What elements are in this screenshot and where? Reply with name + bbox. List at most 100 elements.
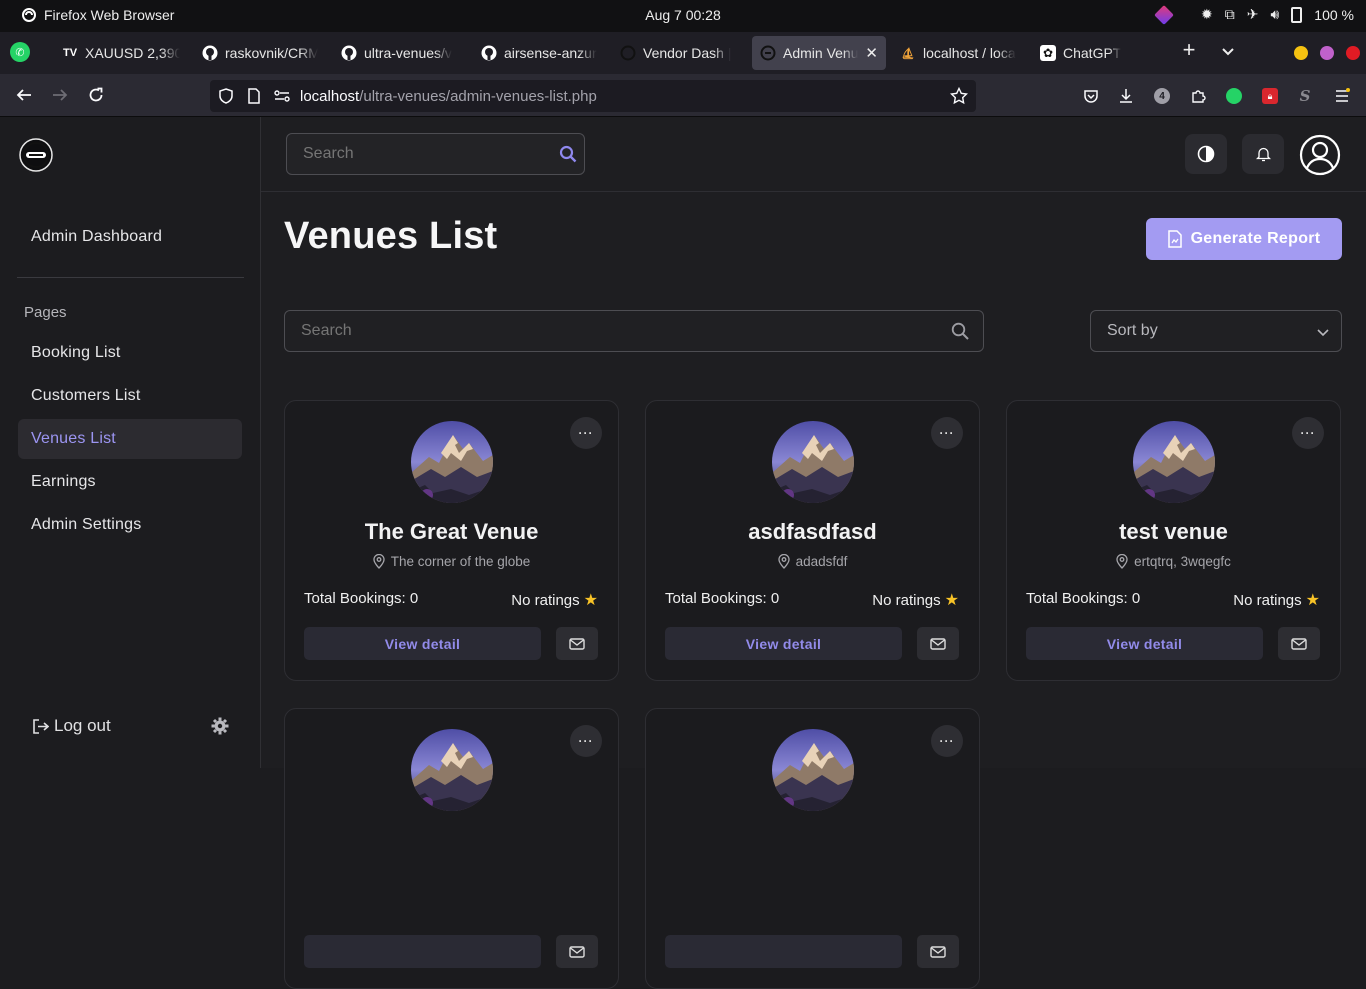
message-venue-button[interactable] <box>1278 627 1320 660</box>
message-venue-button[interactable] <box>556 627 598 660</box>
venue-card: ··· The Great Venue The corner of the gl… <box>284 400 619 681</box>
theme-toggle-button[interactable] <box>1185 134 1227 174</box>
list-tabs-chevron-icon[interactable] <box>1218 42 1238 62</box>
sidebar-item-admin-settings[interactable]: Admin Settings <box>18 505 242 545</box>
sidebar-item-customers-list[interactable]: Customers List <box>18 376 242 416</box>
venue-total-bookings: Total Bookings: 0 <box>1026 590 1141 607</box>
header-search-box[interactable] <box>286 133 585 175</box>
sidebar-item-earnings[interactable]: Earnings <box>18 462 242 502</box>
sort-by-select[interactable]: Sort by <box>1090 310 1342 352</box>
url-bar[interactable]: localhost/ultra-venues/admin-venues-list… <box>210 80 976 112</box>
permissions-icon[interactable] <box>274 89 290 103</box>
extensions-puzzle-icon[interactable] <box>1187 85 1209 107</box>
sidebar-section-label: Pages <box>24 304 67 321</box>
forward-arrow-icon <box>53 89 68 101</box>
location-pin-icon <box>1116 554 1128 569</box>
tab-phpmyadmin[interactable]: ⛵︎ localhost / loca <box>892 36 1026 70</box>
os-top-bar: Firefox Web Browser Aug 7 00:28 ✹ ⧉ ✈ 🔊︎… <box>0 0 1366 32</box>
tracking-protection-shield-icon[interactable] <box>218 88 234 104</box>
sidebar-item-venues-list[interactable]: Venues List <box>18 419 242 459</box>
main-content: Venues List Generate Report Sort by ··· … <box>261 117 1366 989</box>
view-detail-button[interactable]: View detail <box>1026 627 1263 660</box>
sidebar-item-booking-list[interactable]: Booking List <box>18 333 242 373</box>
tab-ultra-venues[interactable]: ultra-venues/v <box>333 36 465 70</box>
view-detail-button[interactable]: View detail <box>665 627 902 660</box>
message-venue-button[interactable] <box>917 627 959 660</box>
mail-icon <box>930 637 946 650</box>
venue-ratings: No ratings ★ <box>1233 590 1320 610</box>
card-options-button[interactable]: ··· <box>570 725 602 757</box>
view-detail-button[interactable] <box>304 935 541 968</box>
github-icon <box>481 45 497 61</box>
back-arrow-icon <box>16 89 31 101</box>
tab-vendor-dash[interactable]: Vendor Dash | <box>612 36 746 70</box>
logout-icon <box>33 718 49 734</box>
venues-search-input[interactable] <box>285 311 935 351</box>
card-options-button[interactable]: ··· <box>1292 417 1324 449</box>
venue-ratings: No ratings ★ <box>872 590 959 610</box>
card-options-button[interactable]: ··· <box>931 725 963 757</box>
generate-report-button[interactable]: Generate Report <box>1146 218 1342 260</box>
back-button[interactable] <box>13 84 35 106</box>
settings-gear-icon[interactable] <box>211 717 229 735</box>
star-icon: ★ <box>944 592 959 609</box>
header-divider <box>261 191 1366 192</box>
password-lock-icon[interactable]: 🔒︎ <box>1259 85 1281 107</box>
user-avatar[interactable] <box>1299 134 1341 176</box>
venue-ratings-text: No ratings <box>872 591 941 609</box>
logo[interactable] <box>18 137 54 173</box>
mail-icon <box>1291 637 1307 650</box>
system-tray[interactable]: ✹ ⧉ ✈ 🔊︎ 100 % <box>1154 4 1354 25</box>
tab-xauusd[interactable]: TV XAUUSD 2,390 <box>54 36 188 70</box>
view-detail-button[interactable]: View detail <box>304 627 541 660</box>
extension-badge-icon[interactable]: 4 <box>1151 85 1173 107</box>
maximize-button[interactable] <box>1320 46 1334 60</box>
bell-icon <box>1255 147 1271 162</box>
venue-ratings-text: No ratings <box>1233 591 1302 609</box>
card-options-button[interactable]: ··· <box>931 417 963 449</box>
venue-location-text: The corner of the globe <box>390 554 531 569</box>
sort-by-label: Sort by <box>1107 322 1158 339</box>
notifications-button[interactable] <box>1242 134 1284 174</box>
search-icon[interactable] <box>951 322 969 340</box>
tab-bar: ✆ TV XAUUSD 2,390 raskovnik/CRM ultra-ve… <box>0 32 1366 74</box>
close-tab-icon[interactable]: ✕ <box>865 44 878 62</box>
new-tab-button[interactable]: + <box>1178 39 1200 62</box>
minimize-button[interactable] <box>1294 46 1308 60</box>
report-document-icon <box>1167 230 1182 248</box>
app-menu-icon[interactable] <box>1331 85 1353 107</box>
tab-raskovnik-crm[interactable]: raskovnik/CRM <box>194 36 326 70</box>
message-venue-button[interactable] <box>917 935 959 968</box>
forward-button[interactable] <box>49 84 71 106</box>
venue-location: adadsfdf <box>646 554 979 569</box>
card-options-button[interactable]: ··· <box>570 417 602 449</box>
venue-card: ··· ★ <box>645 708 980 989</box>
venue-location: ertqtrq, 3wqegfc <box>1007 554 1340 569</box>
search-icon[interactable] <box>559 145 577 163</box>
whatsapp-extension-icon[interactable] <box>1223 85 1245 107</box>
chatgpt-icon: ✿ <box>1040 45 1056 61</box>
header-search-input[interactable] <box>287 134 547 174</box>
close-window-button[interactable] <box>1346 46 1360 60</box>
page-info-icon[interactable] <box>247 88 261 104</box>
view-detail-button[interactable] <box>665 935 902 968</box>
venue-image <box>1133 421 1215 503</box>
tab-airsense[interactable]: airsense-anzur <box>473 36 605 70</box>
logout-button[interactable]: Log out <box>32 716 111 736</box>
whatsapp-pinned-tab[interactable]: ✆ <box>10 42 30 62</box>
network-icon: ⧉ <box>1224 6 1235 22</box>
downloads-icon[interactable] <box>1115 85 1137 107</box>
tab-admin-venues[interactable]: Admin Venu ✕ <box>752 36 886 70</box>
venues-search-box[interactable] <box>284 310 984 352</box>
bookmark-star-icon[interactable] <box>950 87 968 105</box>
message-venue-button[interactable] <box>556 935 598 968</box>
volume-icon: 🔊︎ <box>1270 6 1280 22</box>
pocket-icon[interactable] <box>1080 85 1102 107</box>
location-pin-icon <box>777 554 790 569</box>
venue-ratings: No ratings ★ <box>511 590 598 610</box>
reload-button[interactable] <box>85 84 107 106</box>
tab-chatgpt[interactable]: ✿ ChatGPT <box>1032 36 1166 70</box>
sidebar-item-admin-dashboard[interactable]: Admin Dashboard <box>18 217 242 257</box>
s-extension-icon[interactable]: S <box>1294 85 1316 107</box>
battery-icon <box>1291 6 1303 23</box>
